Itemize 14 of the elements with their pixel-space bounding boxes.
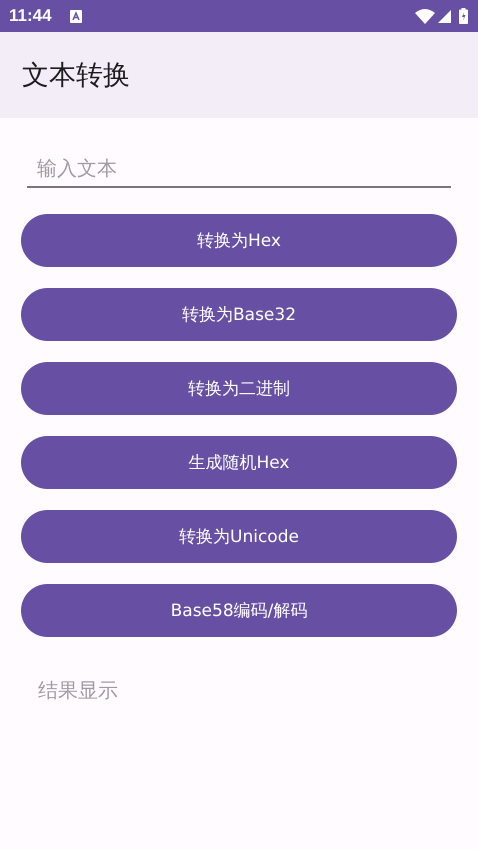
action-button[interactable]: 转换为二进制 xyxy=(21,362,457,415)
action-button[interactable]: Base58编码/解码 xyxy=(21,584,457,637)
status-time: 11:44 xyxy=(9,6,52,26)
action-button[interactable]: 转换为Hex xyxy=(21,214,457,267)
action-button[interactable]: 转换为Unicode xyxy=(21,510,457,563)
notification-icon xyxy=(70,10,82,22)
action-button[interactable]: 生成随机Hex xyxy=(21,436,457,489)
action-button[interactable]: 转换为Base32 xyxy=(21,288,457,341)
app-title: 文本转换 xyxy=(22,59,130,93)
battery-icon xyxy=(459,8,468,24)
wifi-icon xyxy=(415,8,435,24)
result-text: 结果显示 xyxy=(38,677,119,704)
signal-icon xyxy=(438,10,451,22)
text-input-field[interactable]: 输入文本 xyxy=(27,150,451,188)
